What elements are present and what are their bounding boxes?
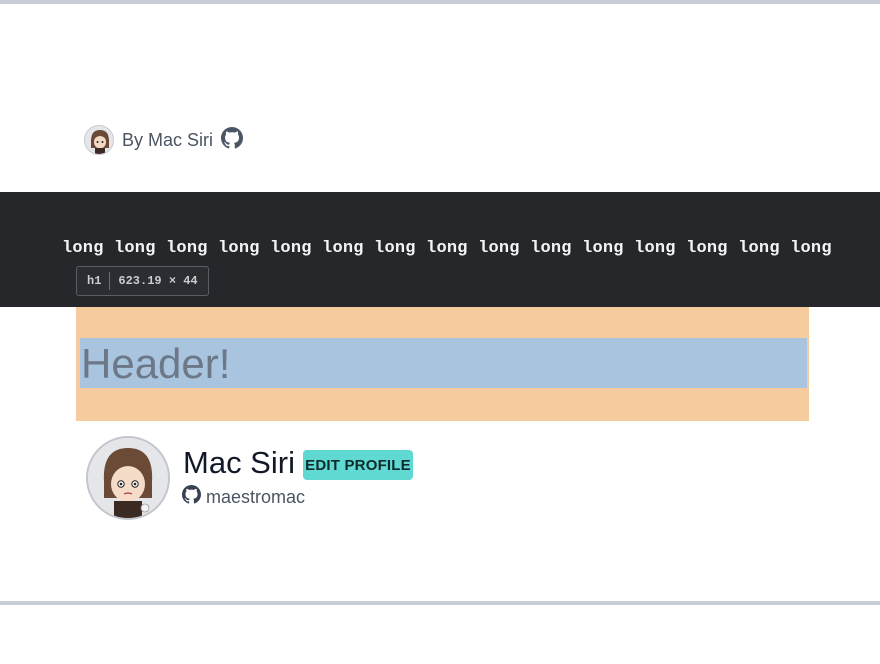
profile-name: Mac Siri <box>183 445 295 480</box>
code-line: long long long long long long long long … <box>62 239 832 258</box>
edit-profile-button[interactable]: EDIT PROFILE <box>303 450 413 480</box>
article-byline: By Mac Siri <box>84 124 244 156</box>
bottom-divider <box>0 601 880 605</box>
page-title: Header! <box>81 340 231 387</box>
devtools-element-name: h1 <box>87 274 102 288</box>
github-icon[interactable] <box>221 126 244 154</box>
profile-github-link[interactable]: maestromac <box>182 485 305 509</box>
profile-avatar[interactable] <box>86 436 170 520</box>
top-divider <box>0 0 880 4</box>
devtools-element-dimensions: 623.19 × 44 <box>118 274 198 288</box>
author-avatar[interactable] <box>84 125 114 155</box>
profile-github-handle: maestromac <box>206 486 306 507</box>
devtools-element-tooltip: h1 623.19 × 44 <box>76 266 209 296</box>
byline-author[interactable]: By Mac Siri <box>122 130 213 151</box>
github-icon <box>182 485 201 509</box>
